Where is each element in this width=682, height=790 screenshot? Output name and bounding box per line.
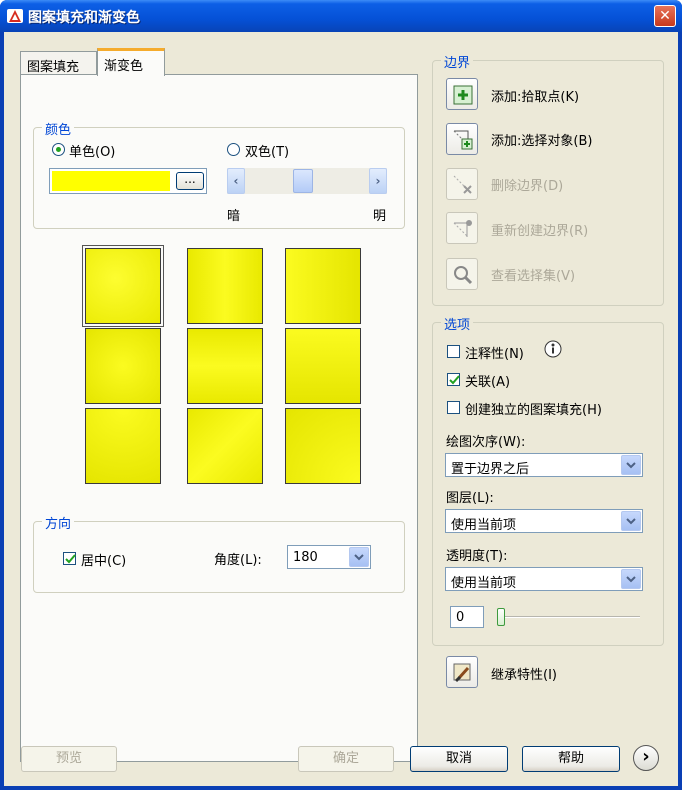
remove-boundaries-icon xyxy=(453,175,472,194)
layer-combo[interactable]: 使用当前项 xyxy=(445,509,643,533)
shade-tint-slider[interactable]: ‹ › xyxy=(227,168,387,194)
add-pick-points-button[interactable] xyxy=(446,78,478,110)
create-separate-checkbox[interactable] xyxy=(447,401,460,414)
transparency-value: 使用当前项 xyxy=(451,576,517,591)
transparency-amount-field[interactable]: 0 xyxy=(450,606,484,628)
autocad-app-icon xyxy=(7,9,23,23)
create-separate-label: 创建独立的图案填充(H) xyxy=(465,403,602,418)
recreate-boundary-button[interactable] xyxy=(446,212,478,244)
chevron-right-icon: › xyxy=(642,746,650,767)
checkmark-icon xyxy=(65,554,76,564)
add-select-objects-button[interactable] xyxy=(446,123,478,155)
single-color-label: 单色(O) xyxy=(69,145,116,160)
tab-gradient-label: 渐变色 xyxy=(104,59,144,74)
title-bar[interactable]: 图案填充和渐变色 ✕ xyxy=(0,0,682,32)
paintbrush-icon xyxy=(453,663,471,683)
light-label: 明 xyxy=(373,209,387,224)
gradient-pattern-5[interactable] xyxy=(187,328,263,404)
transparency-slider-track[interactable] xyxy=(500,616,640,618)
add-pick-points-label: 添加:拾取点(K) xyxy=(491,90,580,105)
centered-label: 居中(C) xyxy=(81,554,127,569)
dialog-body: 图案填充 渐变色 颜色 单色(O) 双色(T) ... ‹ › 暗 明 方向 居… xyxy=(4,32,678,786)
gradient-tab-panel: 颜色 单色(O) 双色(T) ... ‹ › 暗 明 方向 居中(C) 角度(L… xyxy=(20,74,418,762)
view-selections-label: 查看选择集(V) xyxy=(491,269,576,284)
remove-boundaries-label: 删除边界(D) xyxy=(491,179,564,194)
gradient-pattern-6[interactable] xyxy=(285,328,361,404)
recreate-boundary-icon xyxy=(453,220,472,237)
more-options-button[interactable]: › xyxy=(633,745,659,771)
two-color-label: 双色(T) xyxy=(245,145,290,160)
draw-order-label: 绘图次序(W): xyxy=(446,435,526,450)
tab-gradient[interactable]: 渐变色 xyxy=(97,48,165,76)
gradient-pattern-1[interactable] xyxy=(85,248,161,324)
draw-order-combo[interactable]: 置于边界之后 xyxy=(445,453,643,477)
checkmark-icon xyxy=(449,375,460,385)
slider-thumb[interactable] xyxy=(293,169,313,193)
angle-label: 角度(L): xyxy=(214,553,262,568)
color-group-legend: 颜色 xyxy=(42,119,75,138)
dialog-window: 图案填充和渐变色 ✕ 图案填充 渐变色 颜色 单色(O) 双色(T) ... ‹ xyxy=(0,0,682,790)
ok-button[interactable]: 确定 xyxy=(298,746,394,772)
two-color-radio[interactable] xyxy=(227,143,240,156)
chevron-down-icon[interactable] xyxy=(621,511,641,531)
orientation-group-legend: 方向 xyxy=(42,513,75,532)
transparency-combo[interactable]: 使用当前项 xyxy=(445,567,643,591)
remove-boundaries-button[interactable] xyxy=(446,168,478,200)
annotative-checkbox[interactable] xyxy=(447,345,460,358)
associative-checkbox[interactable] xyxy=(447,373,460,386)
options-group-legend: 选项 xyxy=(441,314,474,333)
cancel-button[interactable]: 取消 xyxy=(410,746,508,772)
browse-color-button[interactable]: ... xyxy=(176,172,204,190)
transparency-amount-value: 0 xyxy=(456,610,465,625)
gradient-pattern-8[interactable] xyxy=(187,408,263,484)
dark-label: 暗 xyxy=(227,209,241,224)
annotative-label: 注释性(N) xyxy=(465,347,524,362)
gradient-pattern-7[interactable] xyxy=(85,408,161,484)
magnifier-icon xyxy=(454,266,473,285)
recreate-boundary-label: 重新创建边界(R) xyxy=(491,224,589,239)
chevron-down-icon[interactable] xyxy=(621,455,641,475)
transparency-label: 透明度(T): xyxy=(446,549,508,564)
associative-label: 关联(A) xyxy=(465,375,511,390)
angle-combo[interactable]: 180 xyxy=(287,545,371,569)
boundaries-group-legend: 边界 xyxy=(441,52,474,71)
draw-order-value: 置于边界之后 xyxy=(451,462,530,477)
add-select-objects-label: 添加:选择对象(B) xyxy=(491,134,593,149)
view-selections-button[interactable] xyxy=(446,258,478,290)
gradient-pattern-9[interactable] xyxy=(285,408,361,484)
single-color-radio[interactable] xyxy=(52,143,65,156)
transparency-slider-thumb[interactable] xyxy=(497,608,505,626)
window-title: 图案填充和渐变色 xyxy=(28,10,140,26)
color-swatch xyxy=(52,171,170,191)
color-swatch-field[interactable]: ... xyxy=(49,168,207,194)
preview-button[interactable]: 预览 xyxy=(21,746,117,772)
select-objects-icon xyxy=(453,130,473,150)
gradient-pattern-4[interactable] xyxy=(85,328,161,404)
chevron-down-icon[interactable] xyxy=(349,547,369,567)
info-icon[interactable] xyxy=(544,340,562,358)
chevron-down-icon[interactable] xyxy=(621,569,641,589)
angle-value: 180 xyxy=(293,550,318,565)
pick-points-icon xyxy=(453,85,473,105)
gradient-pattern-2[interactable] xyxy=(187,248,263,324)
inherit-properties-label: 继承特性(I) xyxy=(491,668,557,683)
close-button[interactable]: ✕ xyxy=(654,5,676,27)
slider-right-arrow-icon[interactable]: › xyxy=(369,168,387,194)
tab-hatch[interactable]: 图案填充 xyxy=(20,51,97,75)
slider-left-arrow-icon[interactable]: ‹ xyxy=(227,168,245,194)
centered-checkbox[interactable] xyxy=(63,552,76,565)
inherit-properties-button[interactable] xyxy=(446,656,478,688)
layer-label: 图层(L): xyxy=(446,491,494,506)
layer-value: 使用当前项 xyxy=(451,518,517,533)
tab-hatch-label: 图案填充 xyxy=(27,60,80,75)
gradient-pattern-3[interactable] xyxy=(285,248,361,324)
help-button[interactable]: 帮助 xyxy=(522,746,620,772)
